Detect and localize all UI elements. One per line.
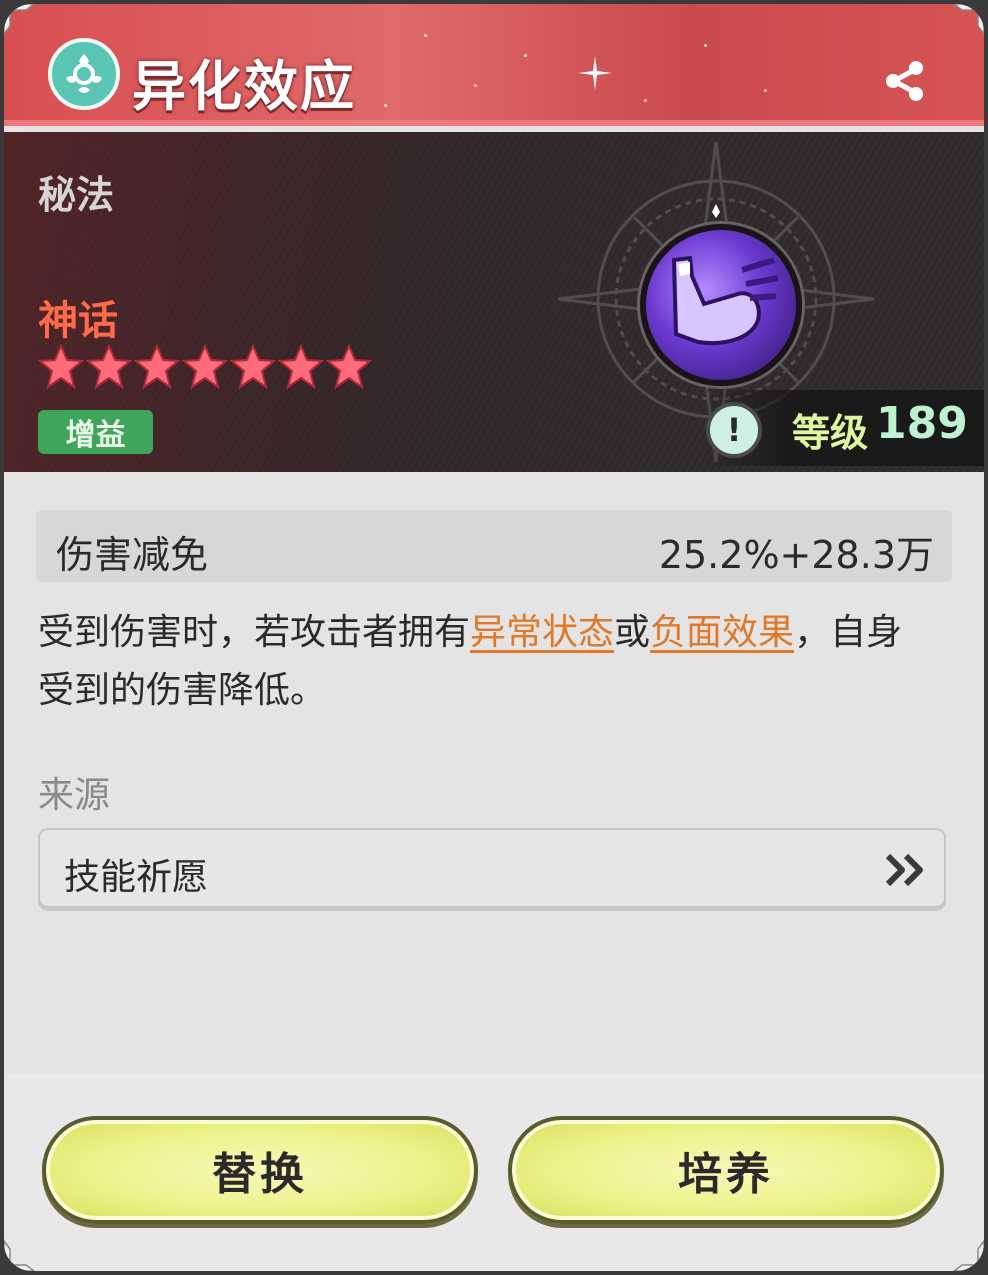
title-bar: 异化效应 — [4, 4, 984, 126]
corner-ornament — [950, 4, 984, 38]
sparkle-icon — [578, 56, 612, 90]
stat-name: 伤害减免 — [56, 533, 209, 577]
star-icon — [86, 344, 132, 390]
warning-icon[interactable]: ! — [706, 402, 762, 458]
page-title: 异化效应 — [132, 55, 356, 118]
star-icon — [38, 344, 84, 390]
corner-ornament — [950, 1237, 984, 1271]
source-label: 来源 — [38, 775, 111, 816]
star-icon — [134, 344, 180, 390]
source-item-label: 技能祈愿 — [64, 857, 209, 898]
keyword-link-debuff[interactable]: 负面效果 — [650, 612, 794, 653]
skill-detail-card: 异化效应 秘法 神话 增益 ! 等级 189 伤害减免 25.2%+28.3万 … — [4, 4, 984, 1271]
double-chevron-right-icon — [885, 853, 923, 887]
rarity-label: 神话 — [38, 298, 118, 344]
desc-text: 受到伤害时，若攻击者拥有 — [38, 612, 471, 653]
train-button[interactable]: 培养 — [508, 1116, 944, 1224]
emblem-icon — [48, 38, 120, 110]
star-icon — [182, 344, 228, 390]
stat-row: 伤害减免 25.2%+28.3万 — [36, 510, 952, 582]
source-item-button[interactable]: 技能祈愿 — [38, 828, 946, 908]
stat-value: 25.2%+28.3万 — [658, 533, 934, 577]
corner-ornament — [4, 1237, 38, 1271]
replace-button[interactable]: 替换 — [42, 1116, 478, 1224]
star-rating — [38, 344, 372, 390]
skill-category: 秘法 — [38, 173, 115, 217]
level-value: 189 — [876, 398, 968, 449]
share-icon[interactable] — [880, 56, 930, 106]
flexed-arm-icon — [640, 224, 802, 386]
star-icon — [278, 344, 324, 390]
corner-ornament — [4, 4, 38, 38]
level-label: 等级 — [792, 411, 869, 455]
desc-text: 或 — [614, 612, 651, 653]
keyword-link-abnormal-status[interactable]: 异常状态 — [470, 612, 614, 653]
star-icon — [230, 344, 276, 390]
skill-description: 受到伤害时，若攻击者拥有异常状态或负面效果，自身受到的伤害降低。 — [38, 604, 938, 720]
buff-tag: 增益 — [38, 410, 153, 454]
star-icon — [326, 344, 372, 390]
